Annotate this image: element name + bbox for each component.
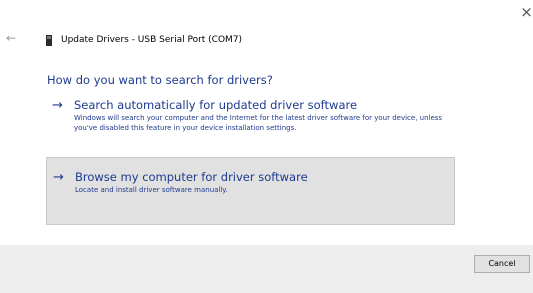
close-icon[interactable]: × [520, 2, 533, 22]
dialog-title: Update Drivers - USB Serial Port (COM7) [61, 35, 243, 45]
dialog-footer [0, 245, 533, 293]
back-arrow-icon[interactable]: ← [3, 30, 19, 46]
search-automatically-option[interactable]: → Search automatically for updated drive… [46, 96, 455, 156]
page-heading: How do you want to search for drivers? [47, 73, 273, 87]
option-description: Windows will search your computer and th… [74, 114, 443, 132]
usb-device-icon [46, 35, 52, 46]
right-arrow-icon: → [52, 98, 63, 113]
option-description: Locate and install driver software manua… [75, 186, 228, 194]
browse-computer-option[interactable]: → Browse my computer for driver software… [46, 157, 455, 225]
option-title: Browse my computer for driver software [75, 170, 308, 184]
right-arrow-icon: → [53, 170, 64, 185]
cancel-button[interactable]: Cancel [474, 255, 530, 273]
option-title: Search automatically for updated driver … [74, 98, 358, 112]
update-drivers-dialog: × ← Update Drivers - USB Serial Port (CO… [0, 0, 533, 293]
